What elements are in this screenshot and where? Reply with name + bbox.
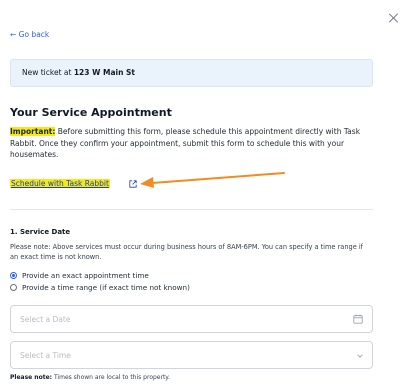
- radio-exact-time-label: Provide an exact appointment time: [22, 271, 149, 280]
- timezone-note-text: Times shown are local to this property.: [52, 374, 170, 381]
- radio-button[interactable]: [10, 284, 17, 291]
- important-notice: Important: Before submitting this form, …: [10, 126, 376, 161]
- page-title: Your Service Appointment: [10, 106, 172, 119]
- time-select-field[interactable]: Select a Time: [10, 341, 373, 369]
- date-placeholder: Select a Date: [20, 315, 71, 324]
- radio-time-range[interactable]: Provide a time range (if exact time not …: [10, 283, 190, 292]
- go-back-link[interactable]: ← Go back: [10, 30, 49, 39]
- arrow-icon: [140, 172, 285, 188]
- close-button[interactable]: [388, 12, 400, 24]
- date-picker-field[interactable]: Select a Date: [10, 305, 373, 333]
- ticket-prefix: New ticket at: [22, 68, 74, 77]
- radio-time-range-label: Provide a time range (if exact time not …: [22, 283, 190, 292]
- external-link-icon[interactable]: [129, 180, 137, 188]
- ticket-address: 123 W Main St: [73, 68, 136, 77]
- timezone-note: Please note: Times shown are local to th…: [10, 374, 170, 381]
- schedule-task-rabbit-link[interactable]: Schedule with Task Rabbit: [10, 179, 110, 188]
- ticket-banner: New ticket at 123 W Main St: [10, 59, 373, 87]
- chevron-down-icon[interactable]: [357, 354, 363, 358]
- time-placeholder: Select a Time: [20, 351, 71, 360]
- timezone-note-label: Please note:: [10, 374, 53, 381]
- section-divider: [10, 209, 373, 210]
- business-hours-note: Please note: Above services must occur d…: [10, 243, 363, 261]
- important-label: Important:: [10, 127, 56, 136]
- ticket-text: New ticket at 123 W Main St: [22, 68, 135, 77]
- important-text: Before submitting this form, please sche…: [10, 127, 361, 160]
- calendar-icon[interactable]: [353, 314, 363, 324]
- radio-exact-time[interactable]: Provide an exact appointment time: [10, 271, 149, 280]
- radio-button-selected[interactable]: [10, 272, 17, 279]
- service-date-heading: 1. Service Date: [10, 228, 71, 236]
